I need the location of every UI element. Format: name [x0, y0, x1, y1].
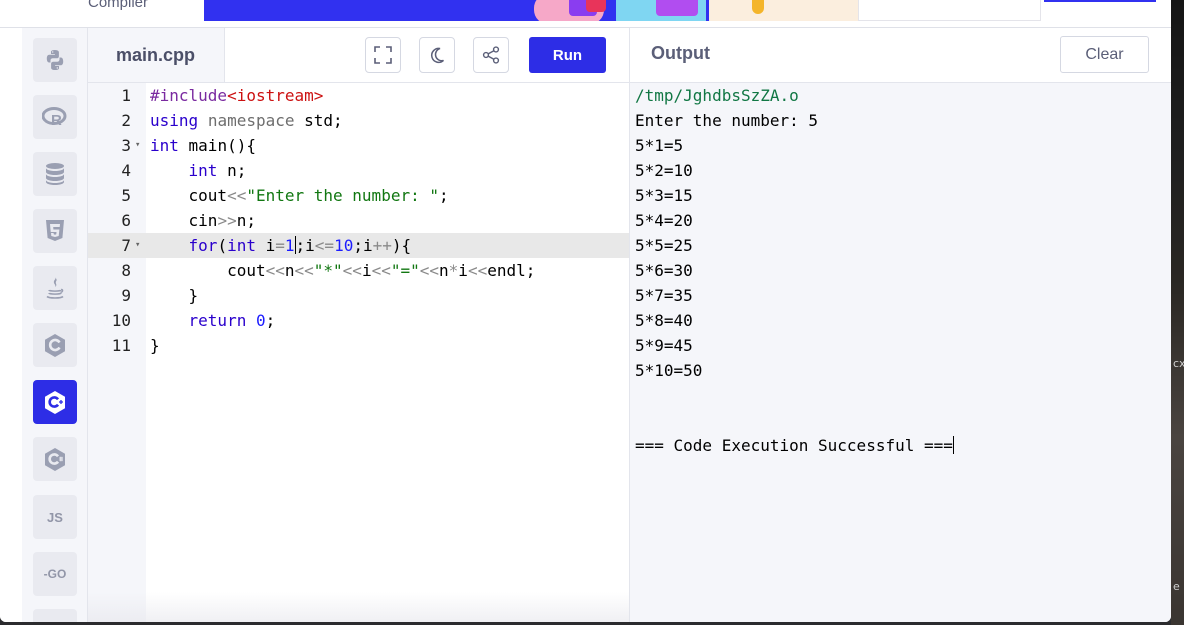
- file-tab[interactable]: main.cpp: [88, 28, 225, 82]
- moon-icon: [431, 47, 445, 64]
- output-line: 5*3=15: [635, 186, 693, 205]
- language-java[interactable]: [33, 266, 77, 310]
- r-icon: R: [42, 107, 67, 128]
- output-line: 5*2=10: [635, 161, 693, 180]
- code-line[interactable]: 8 cout<<n<<"*"<<i<<"="<<n*i<<endl;: [88, 258, 629, 283]
- output-line: 5*10=50: [635, 361, 703, 380]
- fullscreen-button[interactable]: [365, 37, 401, 73]
- output-console[interactable]: /tmp/JghdbsSzZA.o Enter the number: 5 5*1=…: [629, 82, 1171, 622]
- share-icon: [482, 46, 500, 64]
- database-icon: [46, 163, 64, 185]
- editor-toolbar: main.cpp Run: [88, 28, 629, 82]
- compiler-window: Compiler R JS -GO main.cpp Run 1 #includ…: [0, 0, 1171, 622]
- code-editor[interactable]: 1 #include<iostream> 2 using namespace std…: [88, 82, 629, 622]
- header-accent-line: [1044, 0, 1156, 2]
- output-line: 5*7=35: [635, 286, 693, 305]
- share-button[interactable]: [473, 37, 509, 73]
- language-cpp[interactable]: [33, 380, 77, 424]
- code-line[interactable]: 6 cin>>n;: [88, 208, 629, 233]
- console-cursor: [952, 436, 954, 454]
- code-line[interactable]: 5 cout<<"Enter the number: ";: [88, 183, 629, 208]
- language-r[interactable]: R: [33, 95, 77, 139]
- go-label: -GO: [43, 567, 67, 581]
- language-c[interactable]: [33, 323, 77, 367]
- output-line: 5*1=5: [635, 136, 684, 155]
- output-line: 5*8=40: [635, 311, 693, 330]
- language-sql[interactable]: [33, 152, 77, 196]
- clear-button[interactable]: Clear: [1060, 36, 1149, 73]
- code-line[interactable]: 10 return 0;: [88, 308, 629, 333]
- desktop-text-fragment: e: [1173, 580, 1180, 593]
- code-line[interactable]: 4 int n;: [88, 158, 629, 183]
- c-icon: [45, 334, 65, 357]
- output-line: Enter the number: 5: [635, 111, 819, 130]
- html5-icon: [46, 220, 64, 241]
- language-javascript[interactable]: JS: [33, 495, 77, 539]
- top-banner: Compiler: [0, 0, 1171, 28]
- output-line: 5*9=45: [635, 336, 693, 355]
- cpp-icon: [45, 391, 65, 414]
- language-sidebar: R JS -GO: [22, 28, 88, 622]
- editor-bottom-shadow: [88, 592, 629, 622]
- code-line[interactable]: 9 }: [88, 283, 629, 308]
- csharp-icon: [45, 448, 65, 471]
- python-icon: [46, 50, 64, 70]
- run-button[interactable]: Run: [529, 37, 606, 73]
- code-line[interactable]: 2 using namespace std;: [88, 108, 629, 133]
- output-title: Output: [651, 43, 710, 63]
- output-line: 5*5=25: [635, 236, 693, 255]
- code-line[interactable]: 1 #include<iostream>: [88, 83, 629, 108]
- fold-arrow-icon[interactable]: ▾: [135, 233, 140, 258]
- language-python[interactable]: [33, 38, 77, 82]
- language-html[interactable]: [33, 209, 77, 253]
- java-icon: [46, 277, 64, 299]
- output-line: === Code Execution Successful ===: [635, 436, 954, 455]
- brand-subtitle: Compiler: [88, 0, 149, 11]
- output-line: 5*4=20: [635, 211, 693, 230]
- output-line: 5*6=30: [635, 261, 693, 280]
- desktop-background: cx e: [1171, 0, 1184, 625]
- code-line-current[interactable]: 7 ▾ for(int i=1;i<=10;i++){: [88, 233, 629, 258]
- ad-panel: [858, 0, 1041, 21]
- desktop-text-fragment: cx: [1173, 357, 1184, 370]
- fold-arrow-icon[interactable]: ▾: [135, 133, 140, 158]
- ad-banner[interactable]: [204, 0, 858, 21]
- js-label: JS: [47, 509, 63, 525]
- svg-text:R: R: [51, 112, 62, 128]
- rail-spacer: [0, 28, 22, 622]
- output-toolbar: Output Clear: [629, 28, 1171, 82]
- fullscreen-icon: [374, 46, 392, 64]
- file-tab-label: main.cpp: [116, 44, 196, 65]
- language-csharp[interactable]: [33, 437, 77, 481]
- code-line[interactable]: 11}: [88, 333, 629, 358]
- language-go[interactable]: -GO: [33, 552, 77, 596]
- dark-mode-button[interactable]: [419, 37, 455, 73]
- text-cursor: [294, 236, 296, 254]
- language-more[interactable]: [33, 609, 77, 622]
- code-line[interactable]: 3 ▾ int main(){: [88, 133, 629, 158]
- output-path-line: /tmp/JghdbsSzZA.o: [635, 86, 799, 105]
